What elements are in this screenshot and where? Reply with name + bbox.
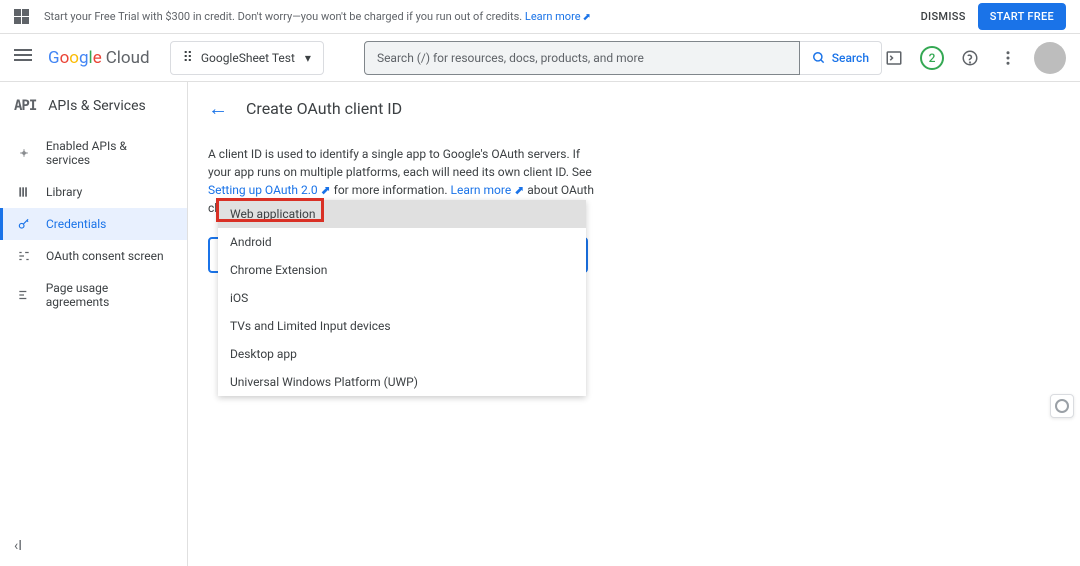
- banner-text: Start your Free Trial with $300 in credi…: [44, 10, 921, 23]
- sidebar-item-label: Enabled APIs & services: [46, 139, 173, 167]
- sidebar-item-page-usage[interactable]: Page usage agreements: [0, 272, 187, 318]
- enabled-apis-icon: [14, 146, 34, 160]
- page-header: ← Create OAuth client ID: [208, 96, 1060, 121]
- user-avatar[interactable]: [1034, 42, 1066, 74]
- search-button[interactable]: Search: [800, 41, 882, 75]
- sidebar-title: APIs & Services: [48, 98, 145, 114]
- trial-banner: Start your Free Trial with $300 in credi…: [0, 0, 1080, 34]
- project-name: GoogleSheet Test: [201, 51, 295, 65]
- notifications-badge[interactable]: 2: [920, 46, 944, 70]
- external-link-icon: ⬈: [514, 183, 524, 197]
- api-icon: API: [14, 98, 36, 114]
- sidebar-item-label: Library: [46, 185, 82, 199]
- sidebar-item-label: Page usage agreements: [46, 281, 173, 309]
- banner-learn-more-link[interactable]: Learn more⬈: [525, 10, 591, 23]
- setup-oauth-link[interactable]: Setting up OAuth 2.0 ⬈: [208, 183, 331, 197]
- sidebar-item-library[interactable]: Library: [0, 176, 187, 208]
- chat-icon: [1055, 399, 1069, 413]
- external-link-icon: ⬈: [321, 183, 331, 197]
- library-icon: [14, 185, 34, 199]
- sidebar: API APIs & Services Enabled APIs & servi…: [0, 82, 188, 566]
- search-container: Search: [364, 41, 882, 75]
- google-cloud-logo[interactable]: Google Cloud: [48, 48, 150, 68]
- sidebar-item-label: OAuth consent screen: [46, 249, 164, 263]
- project-icon: ⠿: [183, 50, 193, 66]
- sidebar-item-label: Credentials: [46, 217, 106, 231]
- sidebar-title-row[interactable]: API APIs & Services: [0, 92, 187, 120]
- hamburger-menu-icon[interactable]: [14, 46, 38, 70]
- application-type-dropdown-menu: Web application Android Chrome Extension…: [218, 200, 586, 396]
- header-actions: 2: [882, 42, 1066, 74]
- banner-message: Start your Free Trial with $300 in credi…: [44, 10, 525, 23]
- search-icon: [812, 51, 826, 65]
- dropdown-arrow-icon: ▾: [305, 51, 311, 65]
- external-link-icon: ⬈: [583, 12, 591, 23]
- more-options-icon[interactable]: [996, 46, 1020, 70]
- dropdown-option-android[interactable]: Android: [218, 228, 586, 256]
- project-selector[interactable]: ⠿ GoogleSheet Test ▾: [170, 41, 324, 75]
- start-free-button[interactable]: START FREE: [978, 3, 1066, 30]
- page-title: Create OAuth client ID: [246, 99, 402, 118]
- agreements-icon: [14, 288, 34, 302]
- dropdown-option-ios[interactable]: iOS: [218, 284, 586, 312]
- back-arrow-icon[interactable]: ←: [208, 96, 228, 121]
- sidebar-item-credentials[interactable]: Credentials: [0, 208, 187, 240]
- dropdown-option-chrome-extension[interactable]: Chrome Extension: [218, 256, 586, 284]
- chat-support-button[interactable]: [1050, 394, 1074, 418]
- help-icon[interactable]: [958, 46, 982, 70]
- dropdown-option-tvs[interactable]: TVs and Limited Input devices: [218, 312, 586, 340]
- sidebar-item-oauth-consent[interactable]: OAuth consent screen: [0, 240, 187, 272]
- sidebar-item-enabled-apis[interactable]: Enabled APIs & services: [0, 130, 187, 176]
- dismiss-button[interactable]: DISMISS: [921, 10, 966, 23]
- consent-icon: [14, 249, 34, 263]
- sidebar-collapse-button[interactable]: ‹I: [0, 526, 187, 566]
- header-bar: Google Cloud ⠿ GoogleSheet Test ▾ Search…: [0, 34, 1080, 82]
- cloud-shell-icon[interactable]: [882, 46, 906, 70]
- gift-icon: [14, 9, 30, 25]
- search-input[interactable]: [364, 41, 800, 75]
- dropdown-option-web-application[interactable]: Web application: [218, 200, 586, 228]
- learn-more-link[interactable]: Learn more ⬈: [451, 183, 525, 197]
- key-icon: [14, 217, 34, 231]
- dropdown-option-desktop[interactable]: Desktop app: [218, 340, 586, 368]
- dropdown-option-uwp[interactable]: Universal Windows Platform (UWP): [218, 368, 586, 396]
